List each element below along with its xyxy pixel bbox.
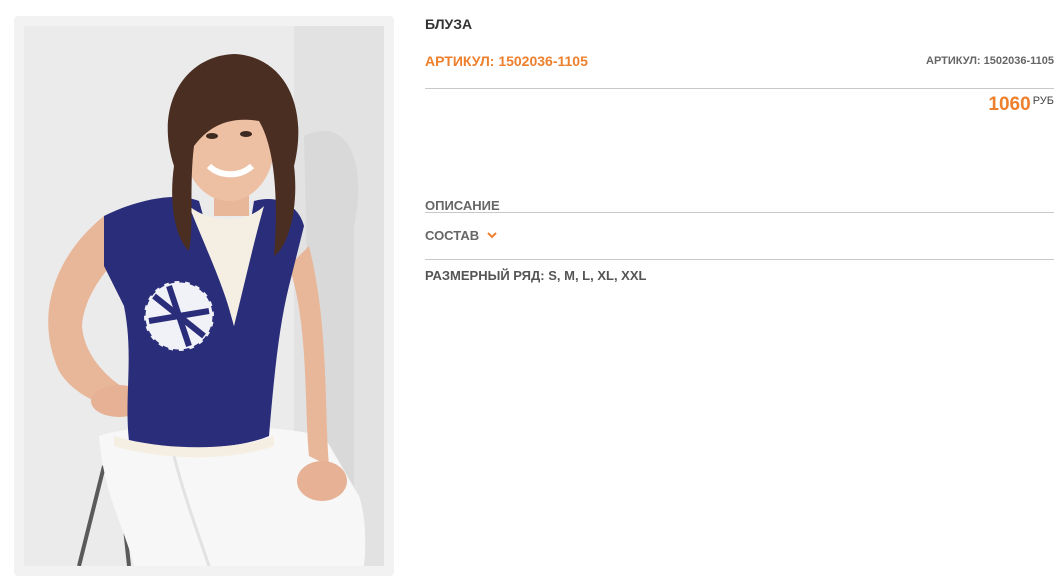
divider — [425, 259, 1054, 260]
product-title: БЛУЗА — [425, 16, 473, 32]
product-info: БЛУЗА АРТИКУЛ: 1502036-1105 АРТИКУЛ: 150… — [425, 0, 1054, 559]
price: 1060 РУБ — [988, 94, 1054, 116]
composition-label: СОСТАВ — [425, 228, 480, 243]
divider — [425, 88, 1054, 89]
divider — [425, 212, 1054, 213]
article-number: АРТИКУЛ: 1502036-1105 — [425, 53, 588, 69]
price-value: 1060 — [988, 94, 1031, 115]
composition-toggle[interactable]: СОСТАВ — [425, 228, 497, 243]
product-image-frame — [14, 16, 394, 576]
chevron-down-icon — [487, 232, 497, 239]
size-range-values: S, M, L, XL, XXL — [548, 268, 647, 283]
description-tab[interactable]: ОПИСАНИЕ — [425, 198, 500, 213]
article-number-secondary: АРТИКУЛ: 1502036-1105 — [926, 55, 1054, 67]
size-range: РАЗМЕРНЫЙ РЯД: S, M, L, XL, XXL — [425, 268, 646, 283]
size-range-label: РАЗМЕРНЫЙ РЯД: — [425, 268, 545, 283]
price-currency: РУБ — [1032, 95, 1054, 107]
model-photo-illustration — [24, 26, 384, 566]
product-photo[interactable] — [24, 26, 384, 566]
